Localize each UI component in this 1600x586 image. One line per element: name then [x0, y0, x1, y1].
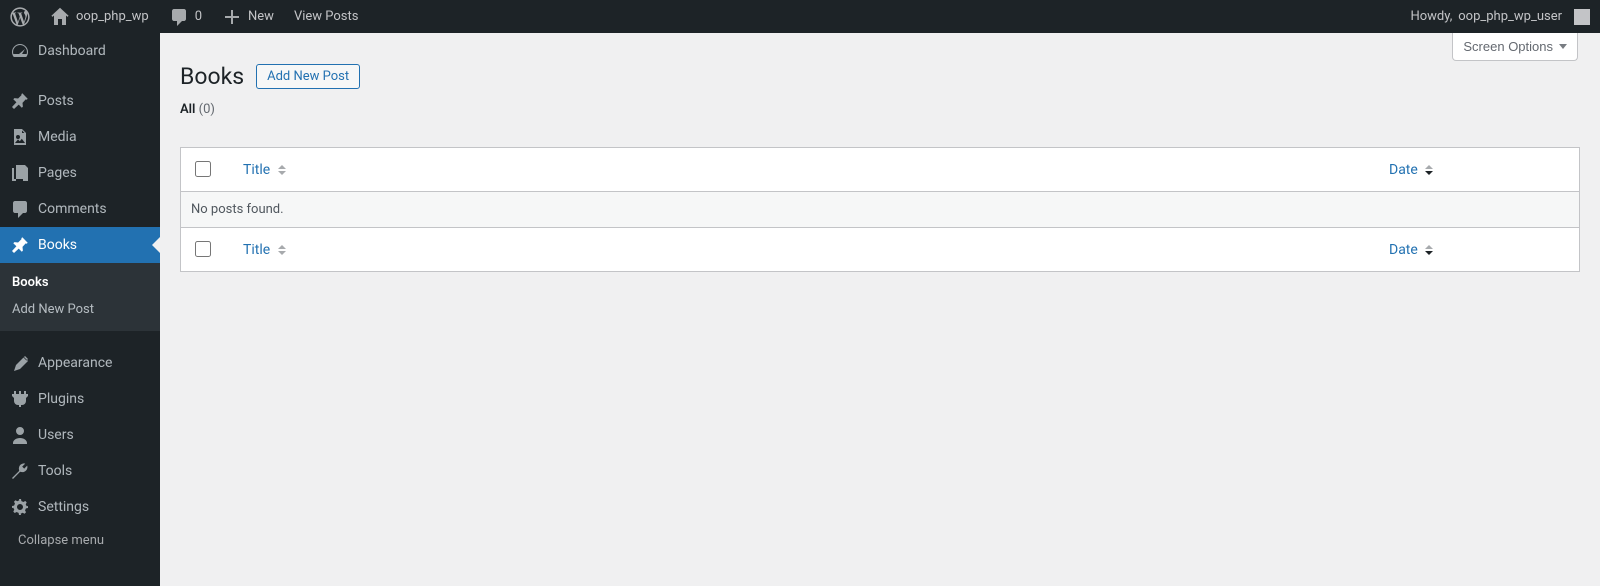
submenu-books-all[interactable]: Books	[0, 269, 160, 296]
sort-icon	[278, 245, 286, 255]
tools-icon	[10, 461, 30, 481]
collapse-menu[interactable]: Collapse menu	[0, 525, 160, 556]
menu-plugins[interactable]: Plugins	[0, 381, 160, 417]
menu-appearance-label: Appearance	[38, 355, 112, 371]
menu-settings-label: Settings	[38, 499, 89, 515]
menu-media[interactable]: Media	[0, 119, 160, 155]
media-icon	[10, 127, 30, 147]
select-all-checkbox-top[interactable]	[195, 161, 211, 177]
admin-bar-left: oop_php_wp 0 New View Posts	[0, 0, 368, 33]
admin-bar: oop_php_wp 0 New View Posts Howdy, oop_p…	[0, 0, 1600, 33]
my-account-link[interactable]: Howdy, oop_php_wp_user	[1400, 0, 1600, 33]
menu-books-label: Books	[38, 237, 77, 253]
new-label: New	[248, 9, 274, 24]
pages-icon	[10, 163, 30, 183]
collapse-label: Collapse menu	[18, 533, 104, 548]
view-posts-label: View Posts	[294, 9, 359, 24]
menu-books[interactable]: Books	[0, 227, 160, 263]
screen-options-toggle[interactable]: Screen Options	[1452, 33, 1578, 61]
submenu-books-add-new[interactable]: Add New Post	[0, 296, 160, 323]
content-area: Screen Options Books Add New Post All (0…	[160, 33, 1600, 586]
filter-all[interactable]: All	[180, 102, 199, 117]
page-title: Books	[180, 63, 244, 90]
select-all-checkbox-bottom[interactable]	[195, 241, 211, 257]
add-new-post-button[interactable]: Add New Post	[256, 64, 360, 89]
users-icon	[10, 425, 30, 445]
screen-options-label: Screen Options	[1463, 39, 1553, 54]
menu-posts-label: Posts	[38, 93, 74, 109]
menu-users-label: Users	[38, 427, 74, 443]
menu-pages[interactable]: Pages	[0, 155, 160, 191]
select-all-footer	[181, 228, 234, 272]
filter-all-count: (0)	[199, 102, 215, 117]
menu-tools-label: Tools	[38, 463, 72, 479]
comment-icon	[169, 7, 189, 27]
menu-dashboard[interactable]: Dashboard	[0, 33, 160, 69]
sort-icon	[1425, 165, 1433, 175]
pin-icon	[10, 235, 30, 255]
appearance-icon	[10, 353, 30, 373]
menu-comments[interactable]: Comments	[0, 191, 160, 227]
wp-logo-menu[interactable]	[0, 0, 40, 33]
pin-icon	[10, 91, 30, 111]
column-date-header[interactable]: Date	[1379, 148, 1580, 192]
site-name: oop_php_wp	[76, 9, 149, 24]
submenu-books: Books Add New Post	[0, 263, 160, 331]
sort-icon	[1425, 245, 1433, 255]
sort-icon	[278, 165, 286, 175]
menu-tools[interactable]: Tools	[0, 453, 160, 489]
menu-settings[interactable]: Settings	[0, 489, 160, 525]
comments-count: 0	[195, 9, 202, 24]
table-row-empty: No posts found.	[181, 192, 1580, 228]
menu-posts[interactable]: Posts	[0, 83, 160, 119]
admin-sidebar: Dashboard Posts Media Pages Comments Boo…	[0, 33, 160, 586]
plus-icon	[222, 7, 242, 27]
menu-pages-label: Pages	[38, 165, 77, 181]
menu-plugins-label: Plugins	[38, 391, 84, 407]
page-heading: Books Add New Post	[180, 63, 1580, 90]
plugins-icon	[10, 389, 30, 409]
menu-comments-label: Comments	[38, 201, 107, 217]
site-name-link[interactable]: oop_php_wp	[40, 0, 159, 33]
column-title-header[interactable]: Title	[233, 148, 1379, 192]
no-posts-message: No posts found.	[181, 192, 1580, 228]
dashboard-icon	[10, 41, 30, 61]
avatar	[1574, 9, 1590, 25]
menu-appearance[interactable]: Appearance	[0, 345, 160, 381]
new-content-link[interactable]: New	[212, 0, 284, 33]
user-display-name: oop_php_wp_user	[1458, 9, 1562, 24]
column-date-footer[interactable]: Date	[1379, 228, 1580, 272]
home-icon	[50, 7, 70, 27]
howdy-prefix: Howdy,	[1410, 9, 1452, 24]
select-all-header	[181, 148, 234, 192]
chevron-down-icon	[1559, 44, 1567, 49]
comments-icon	[10, 199, 30, 219]
status-filters: All (0)	[180, 102, 1580, 117]
posts-table: Title Date No posts found.	[180, 147, 1580, 272]
wordpress-icon	[10, 7, 30, 27]
menu-media-label: Media	[38, 129, 77, 145]
admin-bar-right: Howdy, oop_php_wp_user	[1400, 0, 1600, 33]
settings-icon	[10, 497, 30, 517]
menu-dashboard-label: Dashboard	[38, 43, 106, 59]
comments-link[interactable]: 0	[159, 0, 212, 33]
column-title-footer[interactable]: Title	[233, 228, 1379, 272]
menu-users[interactable]: Users	[0, 417, 160, 453]
view-posts-link[interactable]: View Posts	[284, 0, 369, 33]
